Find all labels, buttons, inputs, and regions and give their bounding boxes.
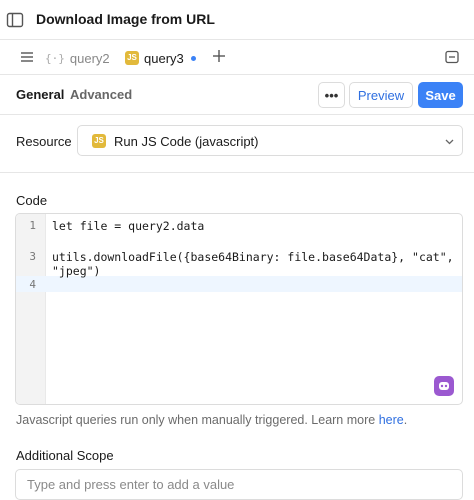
hamburger-menu-icon[interactable] xyxy=(20,50,34,64)
hint-text: Javascript queries run only when manuall… xyxy=(16,413,379,427)
chevron-down-icon xyxy=(445,139,454,145)
hint-suffix: . xyxy=(403,413,408,427)
line-gutter xyxy=(16,214,46,404)
code-editor[interactable]: 1 3 4 let file = query2.data utils.downl… xyxy=(15,213,463,405)
tab-label: query3 xyxy=(144,50,184,66)
page-title: Download Image from URL xyxy=(36,11,215,27)
sidebar-toggle-icon[interactable] xyxy=(6,11,24,29)
ai-assistant-icon[interactable] xyxy=(434,376,454,396)
js-icon: JS xyxy=(92,134,106,148)
title-bar: Download Image from URL xyxy=(0,0,474,40)
more-options-button[interactable]: ••• xyxy=(318,82,345,108)
add-tab-plus-icon[interactable] xyxy=(212,49,226,63)
learn-more-link[interactable]: here xyxy=(379,413,404,427)
line-number: 4 xyxy=(29,278,36,291)
tab-label: query2 xyxy=(69,50,110,66)
query-tab-bar: {·} query2 JS query3 xyxy=(0,40,474,75)
tab-query2[interactable]: {·} query2 xyxy=(45,47,110,69)
resource-select[interactable]: JS Run JS Code (javascript) xyxy=(77,125,463,156)
code-label: Code xyxy=(16,193,48,208)
additional-scope-label: Additional Scope xyxy=(16,448,114,463)
line-number: 1 xyxy=(29,219,36,232)
collapse-panel-icon[interactable] xyxy=(445,50,459,64)
code-line-1: let file = query2.data xyxy=(52,219,205,233)
code-line-3-wrap: "jpeg") xyxy=(52,264,101,278)
tab-query3[interactable]: JS query3 xyxy=(125,47,196,69)
additional-scope-input[interactable] xyxy=(15,469,463,500)
resource-value: Run JS Code (javascript) xyxy=(114,134,259,149)
manual-trigger-hint: Javascript queries run only when manuall… xyxy=(16,413,407,427)
tab-advanced[interactable]: Advanced xyxy=(70,87,132,102)
unsaved-indicator xyxy=(190,55,196,61)
save-button[interactable]: Save xyxy=(418,82,463,108)
tab-general[interactable]: General xyxy=(16,87,64,102)
line-number: 3 xyxy=(29,250,36,263)
active-line-highlight xyxy=(16,276,462,292)
braces-icon: {·} xyxy=(45,51,65,65)
code-line-3: utils.downloadFile({base64Binary: file.b… xyxy=(52,250,454,264)
settings-bar: General Advanced ••• Preview Save xyxy=(0,75,474,115)
preview-button[interactable]: Preview xyxy=(349,82,413,108)
js-icon: JS xyxy=(125,51,139,65)
resource-label: Resource xyxy=(16,134,72,149)
section-divider xyxy=(0,172,474,173)
